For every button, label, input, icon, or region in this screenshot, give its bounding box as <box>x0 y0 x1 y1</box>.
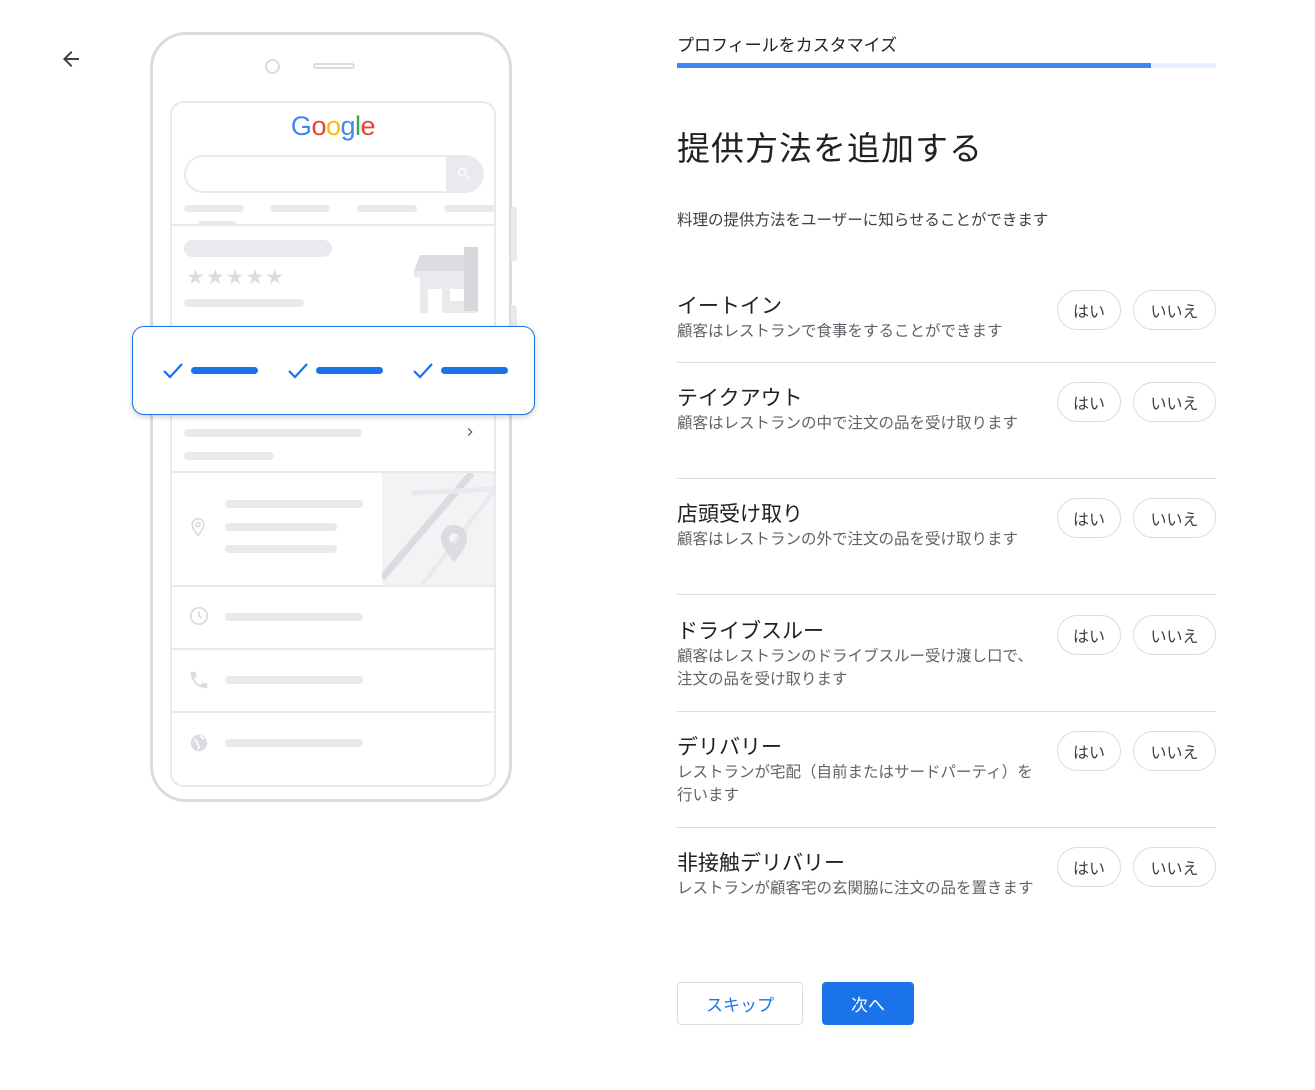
service-options-card <box>132 326 535 415</box>
placeholder-line <box>357 205 417 212</box>
yes-button[interactable]: はい <box>1057 498 1121 538</box>
location-pin-icon <box>191 517 205 537</box>
placeholder-bar <box>191 367 258 374</box>
phone-icon <box>190 671 208 689</box>
option-description: 顧客はレストランの中で注文の品を受け取ります <box>677 414 1019 432</box>
option-name: テイクアウト <box>677 386 803 410</box>
phone-side-button <box>511 207 517 261</box>
phone-camera <box>265 59 280 74</box>
logo-letter: g <box>340 111 356 141</box>
progress-fill <box>677 63 1152 68</box>
placeholder-line <box>225 500 363 508</box>
checkmark-icon <box>163 363 183 379</box>
placeholder-line <box>444 205 494 212</box>
no-button[interactable]: いいえ <box>1133 731 1216 771</box>
divider <box>677 594 1216 595</box>
page-title: 提供方法を追加する <box>677 129 983 168</box>
logo-letter: o <box>325 111 341 141</box>
option-description: レストランが宅配（自前またはサードパーティ）を行います <box>677 763 1033 804</box>
yes-button[interactable]: はい <box>1057 731 1121 771</box>
phone-screen: Google ★★★★★ <box>170 101 496 787</box>
no-button[interactable]: いいえ <box>1133 382 1216 422</box>
arrow-back-icon <box>63 51 79 67</box>
no-button[interactable]: いいえ <box>1133 290 1216 330</box>
placeholder-line <box>225 613 363 621</box>
skip-button[interactable]: スキップ <box>677 982 803 1025</box>
logo-letter: e <box>360 111 376 141</box>
step-label: プロフィールをカスタマイズ <box>677 36 898 56</box>
option-name: イートイン <box>677 294 782 318</box>
placeholder-bar <box>316 367 383 374</box>
check-item <box>161 360 271 382</box>
divider <box>172 224 494 226</box>
chevron-right-icon <box>467 428 473 436</box>
yes-button[interactable]: はい <box>1057 615 1121 655</box>
option-name: 非接触デリバリー <box>677 851 845 875</box>
yes-button[interactable]: はい <box>1057 382 1121 422</box>
store-icon <box>414 247 478 313</box>
divider <box>677 478 1216 479</box>
no-button[interactable]: いいえ <box>1133 615 1216 655</box>
google-logo: Google <box>172 111 494 142</box>
placeholder-line <box>225 739 363 747</box>
placeholder-line <box>225 545 337 553</box>
placeholder-line <box>184 299 304 307</box>
placeholder-bar <box>441 367 508 374</box>
option-name: ドライブスルー <box>677 619 824 643</box>
checkmark-icon <box>413 363 433 379</box>
option-description: 顧客はレストランのドライブスルー受け渡し口で、注文の品を受け取ります <box>677 647 1033 688</box>
check-item <box>411 360 521 382</box>
check-item <box>286 360 396 382</box>
yes-button[interactable]: はい <box>1057 290 1121 330</box>
option-name: デリバリー <box>677 735 782 759</box>
divider <box>677 362 1216 363</box>
option-description: 顧客はレストランの外で注文の品を受け取ります <box>677 530 1019 548</box>
page-description: 料理の提供方法をユーザーに知らせることができます <box>677 211 1049 229</box>
phone-illustration: Google ★★★★★ <box>150 32 517 802</box>
divider <box>677 711 1216 712</box>
divider <box>172 585 494 587</box>
next-button[interactable]: 次へ <box>822 982 914 1025</box>
no-button[interactable]: いいえ <box>1133 847 1216 887</box>
checkmark-icon <box>288 363 308 379</box>
logo-letter: G <box>290 111 312 141</box>
search-icon <box>446 157 482 191</box>
rating-stars: ★★★★★ <box>186 265 286 289</box>
placeholder-line <box>184 205 244 212</box>
placeholder-line <box>184 452 274 460</box>
placeholder-line <box>225 676 363 684</box>
phone-speaker <box>313 63 355 69</box>
option-name: 店頭受け取り <box>677 502 803 526</box>
option-description: 顧客はレストランで食事をすることができます <box>677 322 1003 340</box>
divider <box>172 648 494 650</box>
clock-icon <box>189 606 209 626</box>
back-button[interactable] <box>52 40 90 78</box>
placeholder-line <box>225 523 337 531</box>
logo-letter: o <box>311 111 326 141</box>
placeholder-line <box>184 429 362 437</box>
search-bar-illustration <box>184 155 484 193</box>
progress-bar <box>677 63 1216 68</box>
option-description: レストランが顧客宅の玄関脇に注文の品を置きます <box>677 879 1034 897</box>
no-button[interactable]: いいえ <box>1133 498 1216 538</box>
yes-button[interactable]: はい <box>1057 847 1121 887</box>
divider <box>172 711 494 713</box>
placeholder-title <box>184 240 332 257</box>
divider <box>677 827 1216 828</box>
placeholder-line <box>270 205 330 212</box>
map-thumbnail <box>382 473 494 585</box>
globe-icon <box>190 734 208 752</box>
